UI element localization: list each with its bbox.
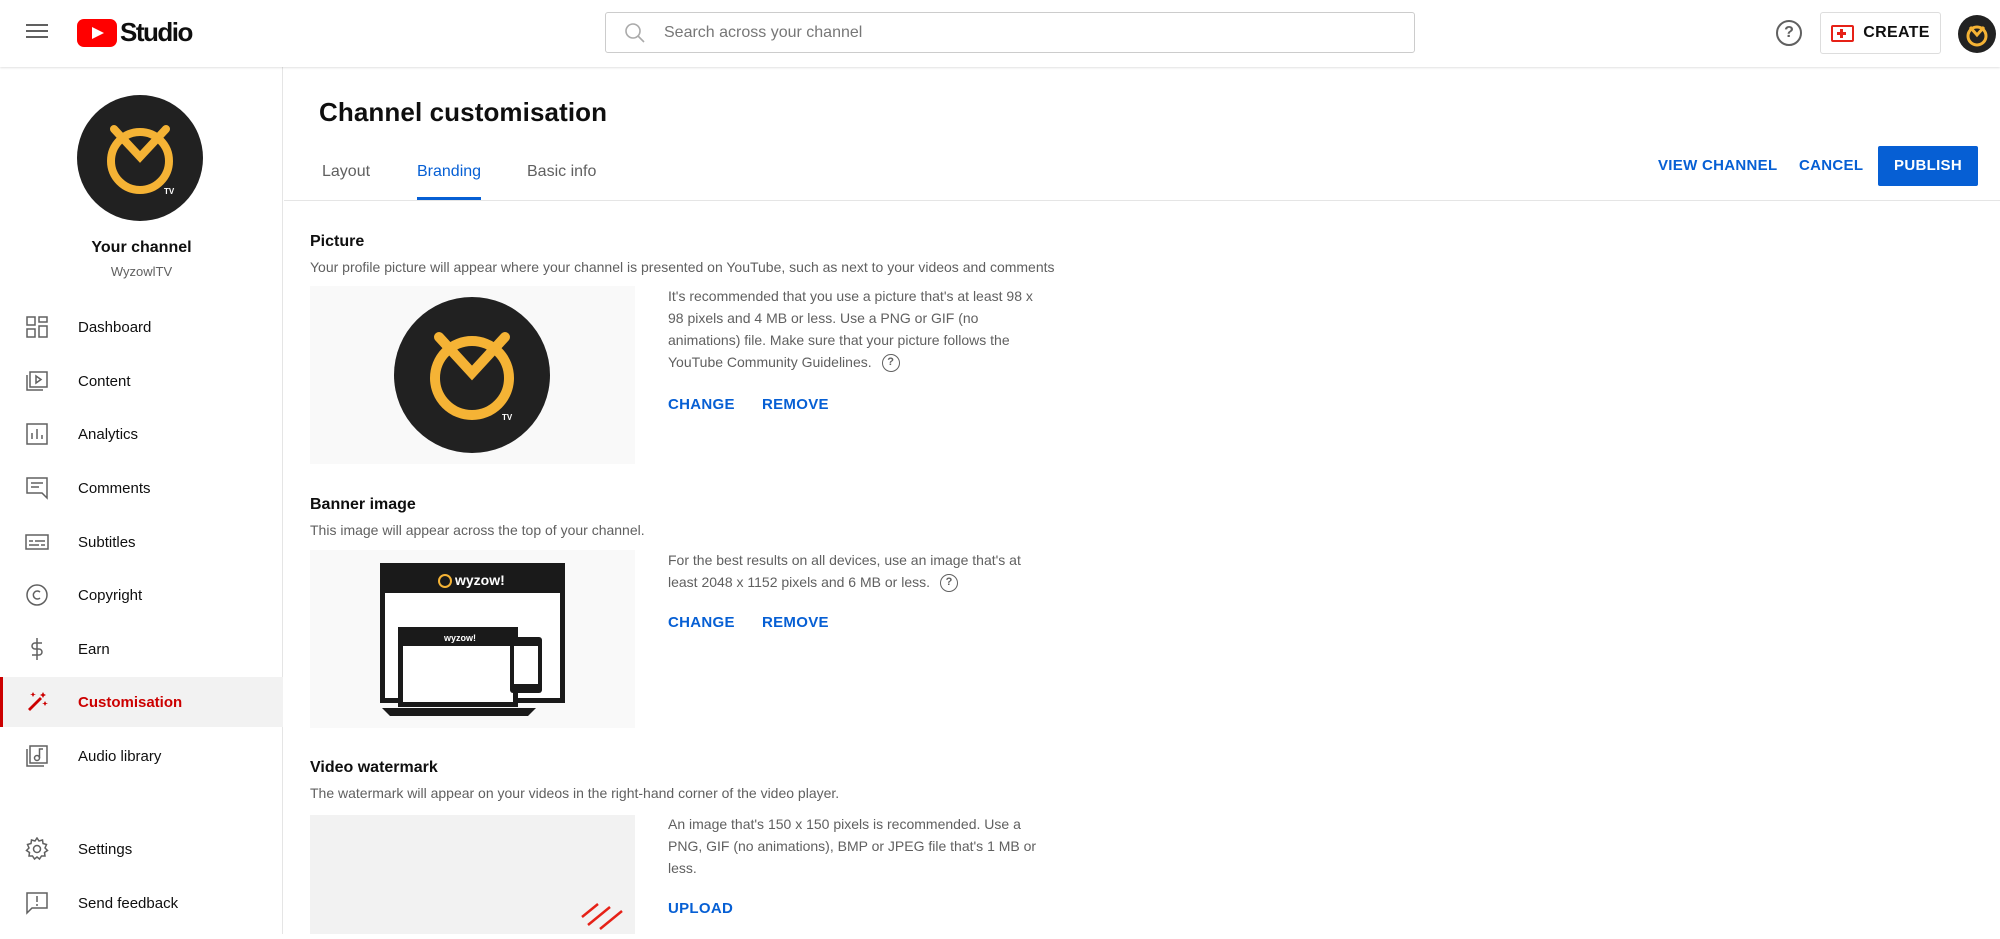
picture-info-text: It's recommended that you use a picture … <box>668 288 1033 370</box>
sidebar-item-customisation[interactable]: Customisation <box>0 677 283 727</box>
audio-library-icon <box>25 744 49 768</box>
youtube-play-icon <box>77 18 117 47</box>
customisation-icon <box>25 690 49 714</box>
sidebar-item-label: Audio library <box>78 747 162 765</box>
channel-avatar-badge: TV <box>164 187 175 196</box>
sidebar-item-label: Dashboard <box>78 318 152 336</box>
help-icon[interactable]: ? <box>881 354 900 373</box>
picture-section-description: Your profile picture will appear where y… <box>310 259 1055 275</box>
sidebar-item-label: Settings <box>78 840 133 858</box>
top-bar: Studio ? CREATE <box>0 0 2000 67</box>
channel-title: Your channel <box>91 239 192 256</box>
sidebar-item-label: Analytics <box>78 425 139 443</box>
sidebar-item-content[interactable]: Content <box>0 356 283 406</box>
publish-button[interactable]: PUBLISH <box>1878 146 1978 186</box>
banner-info: For the best results on all devices, use… <box>668 549 1043 593</box>
sidebar-item-subtitles[interactable]: Subtitles <box>0 517 283 567</box>
create-label: CREATE <box>1863 24 1930 41</box>
banner-section-title: Banner image <box>310 496 416 513</box>
search-icon <box>624 22 646 44</box>
sidebar: TV Your channel WyzowlTV Dashboard Conte… <box>0 67 283 934</box>
sidebar-item-label: Send feedback <box>78 894 179 912</box>
studio-logo[interactable]: Studio <box>77 17 193 48</box>
analytics-icon <box>25 422 49 446</box>
sidebar-item-settings[interactable]: Settings <box>0 824 283 874</box>
sidebar-item-comments[interactable]: Comments <box>0 463 283 513</box>
channel-avatar[interactable]: TV <box>77 95 203 221</box>
sidebar-item-analytics[interactable]: Analytics <box>0 409 283 459</box>
account-avatar[interactable] <box>1958 15 1996 53</box>
menu-icon[interactable] <box>24 20 50 46</box>
sidebar-item-dashboard[interactable]: Dashboard <box>0 302 283 352</box>
watermark-info: An image that's 150 x 150 pixels is reco… <box>668 816 1037 876</box>
banner-laptop-brand-text: wyzow! <box>443 633 476 643</box>
sidebar-item-audio-library[interactable]: Audio library <box>0 731 283 781</box>
picture-preview: TV <box>310 286 635 464</box>
settings-icon <box>25 836 49 861</box>
content-icon <box>25 369 49 393</box>
upload-watermark-button[interactable]: UPLOAD <box>668 900 733 917</box>
sidebar-item-send-feedback[interactable]: Send feedback <box>0 878 283 928</box>
create-button[interactable]: CREATE <box>1820 12 1941 54</box>
banner-brand-text: wyzow! <box>454 572 505 588</box>
watermark-section-description: The watermark will appear on your videos… <box>310 785 840 801</box>
banner-section-description: This image will appear across the top of… <box>310 522 645 538</box>
logo-text: Studio <box>120 17 193 47</box>
subtitles-icon <box>25 530 49 554</box>
change-banner-button[interactable]: CHANGE <box>668 614 735 631</box>
remove-picture-button[interactable]: REMOVE <box>762 396 829 413</box>
earn-icon <box>25 637 49 661</box>
view-channel-button[interactable]: VIEW CHANNEL <box>1658 146 1777 186</box>
picture-section-title: Picture <box>310 233 365 250</box>
sidebar-item-label: Subtitles <box>78 533 136 551</box>
sidebar-item-label: Customisation <box>78 693 183 711</box>
copyright-icon <box>25 583 49 607</box>
sidebar-item-label: Content <box>78 372 131 390</box>
search-input[interactable] <box>664 23 1364 42</box>
tab-divider <box>284 200 2000 201</box>
dashboard-icon <box>25 315 49 339</box>
help-icon[interactable]: ? <box>1776 20 1802 46</box>
watermark-preview <box>310 815 635 934</box>
sidebar-item-earn[interactable]: Earn <box>0 624 283 674</box>
picture-preview-badge: TV <box>502 413 513 422</box>
main-content: Channel customisation Layout Branding Ba… <box>284 67 2000 934</box>
sidebar-item-label: Earn <box>78 640 110 658</box>
feedback-icon <box>25 891 49 915</box>
banner-preview: wyzow! wyzow! <box>310 550 635 728</box>
comments-icon <box>25 476 49 500</box>
change-picture-button[interactable]: CHANGE <box>668 396 735 413</box>
remove-banner-button[interactable]: REMOVE <box>762 614 829 631</box>
sidebar-item-copyright[interactable]: Copyright <box>0 570 283 620</box>
cancel-button[interactable]: CANCEL <box>1799 146 1863 186</box>
create-video-icon <box>1831 24 1855 42</box>
page-title: Channel customisation <box>319 97 608 127</box>
sidebar-item-label: Comments <box>78 479 151 497</box>
banner-info-text: For the best results on all devices, use… <box>668 552 1021 590</box>
sidebar-item-label: Copyright <box>78 586 143 604</box>
help-icon[interactable]: ? <box>940 574 959 593</box>
channel-handle: WyzowlTV <box>110 264 173 279</box>
picture-info: It's recommended that you use a picture … <box>668 285 1043 373</box>
watermark-section-title: Video watermark <box>310 759 438 776</box>
tab-layout[interactable]: Layout <box>322 163 370 203</box>
search-bar[interactable] <box>605 12 1415 53</box>
tab-basic-info[interactable]: Basic info <box>527 163 596 203</box>
